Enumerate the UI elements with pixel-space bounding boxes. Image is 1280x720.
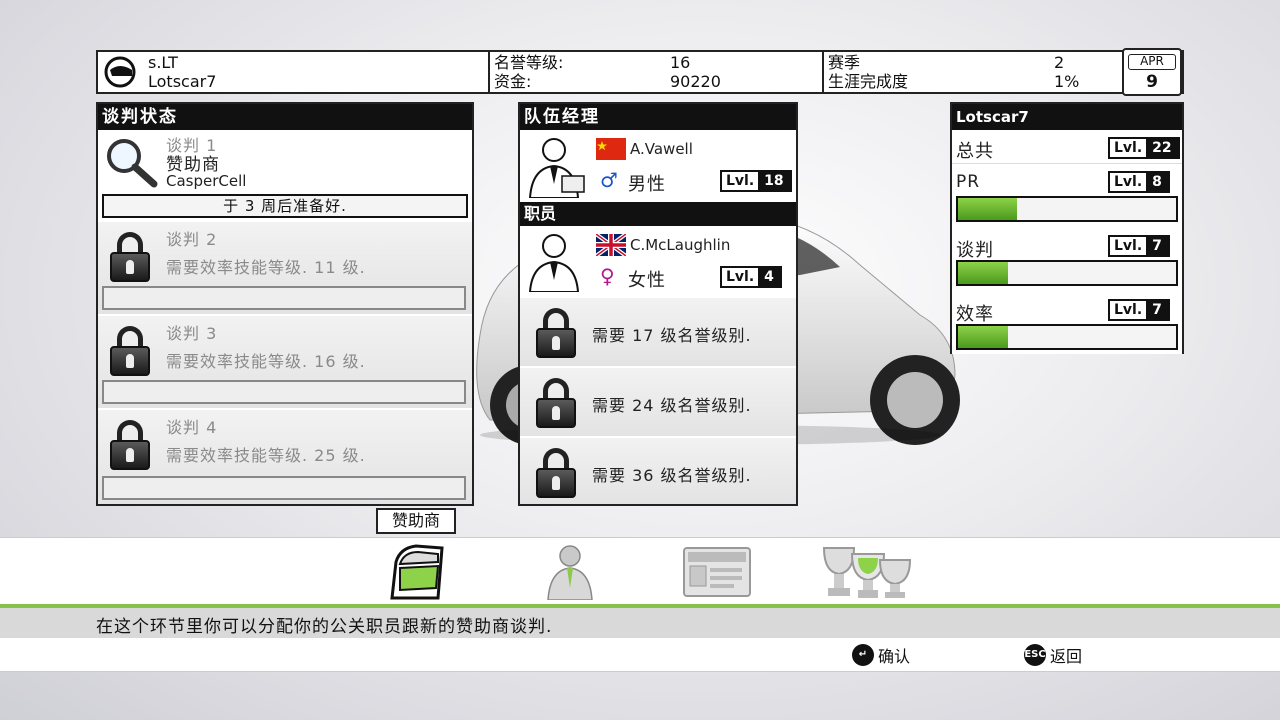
stat-level-badge: Lvl. 7 <box>1108 299 1170 321</box>
person-avatar-icon <box>528 234 580 292</box>
wrc-card-icon[interactable] <box>682 546 752 598</box>
slot-label: 谈判 4 <box>166 418 218 437</box>
screen-description: 在这个环节里你可以分配你的公关职员跟新的赞助商谈判. <box>96 617 553 637</box>
magnifier-icon <box>107 139 158 188</box>
manager-title: 队伍经理 <box>520 104 796 130</box>
stat-level-badge: Lvl. 8 <box>1108 171 1170 193</box>
career-value: 1% <box>1054 72 1080 91</box>
career-label: 生涯完成度 <box>828 72 909 91</box>
esc-key-icon: ESC <box>1024 644 1046 666</box>
staff-name: C.McLaughlin <box>630 236 731 254</box>
bottom-tab-bar <box>0 537 1280 607</box>
back-label: 返回 <box>1050 647 1083 666</box>
stat-level-badge: Lvl. 22 <box>1108 137 1180 159</box>
negotiation-slot-2: 谈判 2 需要效率技能等级. 11 级. <box>98 222 472 314</box>
male-icon: ♂ <box>600 168 619 192</box>
staff-level-badge: Lvl. 4 <box>720 266 782 288</box>
controls-hint-bar <box>0 638 1280 672</box>
china-flag-icon <box>596 138 626 160</box>
stat-progress-bar <box>956 196 1178 222</box>
female-icon: ♀ <box>600 264 616 288</box>
divider <box>822 52 824 92</box>
stat-label: 效率 <box>956 304 994 325</box>
sponsor-door-icon[interactable] <box>386 540 448 602</box>
stat-label: 谈判 <box>956 240 994 261</box>
back-button[interactable]: ESC 返回 <box>1024 643 1082 667</box>
helmet-icon <box>104 56 136 88</box>
lock-icon <box>536 308 576 358</box>
enter-key-icon: ↵ <box>852 644 874 666</box>
stats-title: Lotscar7 <box>952 104 1182 130</box>
stat-level-badge: Lvl. 7 <box>1108 235 1170 257</box>
manager-name: A.Vawell <box>630 140 693 158</box>
staff-slot-locked-2: 需要 24 级名誉级别. <box>520 368 796 436</box>
player-name: s.LT <box>148 53 178 72</box>
negotiation-panel: 谈判状态 谈判 1 赞助商 CasperCell 于 3 周后准备好. 谈判 2… <box>96 102 474 506</box>
lock-icon <box>110 326 150 376</box>
stat-progress-bar <box>956 324 1178 350</box>
stat-row-total: 总共 Lvl. 22 <box>952 132 1182 164</box>
slot-requirement: 需要效率技能等级. 16 级. <box>166 352 366 371</box>
locked-requirement: 需要 17 级名誉级别. <box>592 326 752 345</box>
staff-person-icon[interactable] <box>542 542 598 600</box>
staff-gender: 女性 <box>628 270 666 291</box>
staff-title: 职员 <box>520 202 796 226</box>
staff-card[interactable]: C.McLaughlin ♀ 女性 Lvl. 4 <box>520 226 796 296</box>
negotiation-title: 谈判状态 <box>98 104 472 130</box>
slot-label: 谈判 2 <box>166 230 218 249</box>
negotiation-slot-4: 谈判 4 需要效率技能等级. 25 级. <box>98 410 472 504</box>
locked-requirement: 需要 24 级名誉级别. <box>592 396 752 415</box>
team-panel: 队伍经理 A.Vawell ♂ 男性 Lvl. 18 职员 C.McLaughl… <box>518 102 798 506</box>
person-avatar-icon <box>528 138 585 198</box>
lock-icon <box>110 420 150 470</box>
calendar-month: APR <box>1128 54 1176 70</box>
slot-label: 谈判 3 <box>166 324 218 343</box>
season-value: 2 <box>1054 53 1065 72</box>
staff-slot-locked-3: 需要 36 级名誉级别. <box>520 438 796 504</box>
confirm-label: 确认 <box>878 647 911 666</box>
calendar-date: APR 9 <box>1122 48 1182 96</box>
stat-progress-bar <box>956 260 1178 286</box>
manager-level-badge: Lvl. 18 <box>720 170 792 192</box>
slot-progress <box>102 380 466 404</box>
stat-label: PR <box>956 172 981 192</box>
calendar-day: 9 <box>1146 72 1158 92</box>
prestige-value: 16 <box>670 53 691 72</box>
confirm-button[interactable]: ↵ 确认 <box>852 643 910 667</box>
locked-requirement: 需要 36 级名誉级别. <box>592 466 752 485</box>
trophies-icon[interactable] <box>822 544 912 600</box>
active-tab-label: 赞助商 <box>376 508 456 534</box>
team-name: Lotscar7 <box>148 72 217 91</box>
manager-card[interactable]: A.Vawell ♂ 男性 Lvl. 18 <box>520 130 796 202</box>
slot-requirement: 需要效率技能等级. 11 级. <box>166 258 366 277</box>
season-label: 赛季 <box>828 53 861 72</box>
sponsor-name: CasperCell <box>166 172 247 190</box>
slot-progress <box>102 476 466 500</box>
manager-gender: 男性 <box>628 174 666 195</box>
lock-icon <box>110 232 150 282</box>
slot-status: 于 3 周后准备好. <box>102 194 468 218</box>
negotiation-slot-3: 谈判 3 需要效率技能等级. 16 级. <box>98 316 472 408</box>
negotiation-slot-1[interactable]: 谈判 1 赞助商 CasperCell 于 3 周后准备好. <box>98 130 472 220</box>
divider <box>488 52 490 92</box>
funds-value: 90220 <box>670 72 721 91</box>
uk-flag-icon <box>596 234 626 256</box>
player-info-bar: s.LT Lotscar7 名誉等级: 16 资金: 90220 赛季 2 生涯… <box>96 50 1184 94</box>
slot-requirement: 需要效率技能等级. 25 级. <box>166 446 366 465</box>
stats-panel: Lotscar7 总共 Lvl. 22 PR Lvl. 8 谈判 Lvl. 7 … <box>950 102 1184 354</box>
lock-icon <box>536 378 576 428</box>
lock-icon <box>536 448 576 498</box>
slot-progress <box>102 286 466 310</box>
stat-label: 总共 <box>956 141 994 162</box>
stat-row-efficiency: 效率 Lvl. 7 <box>952 294 1182 354</box>
stat-row-negotiation: 谈判 Lvl. 7 <box>952 230 1182 292</box>
prestige-label: 名誉等级: <box>494 53 564 72</box>
staff-slot-locked-1: 需要 17 级名誉级别. <box>520 298 796 366</box>
funds-label: 资金: <box>494 72 532 91</box>
stat-row-pr: PR Lvl. 8 <box>952 166 1182 228</box>
